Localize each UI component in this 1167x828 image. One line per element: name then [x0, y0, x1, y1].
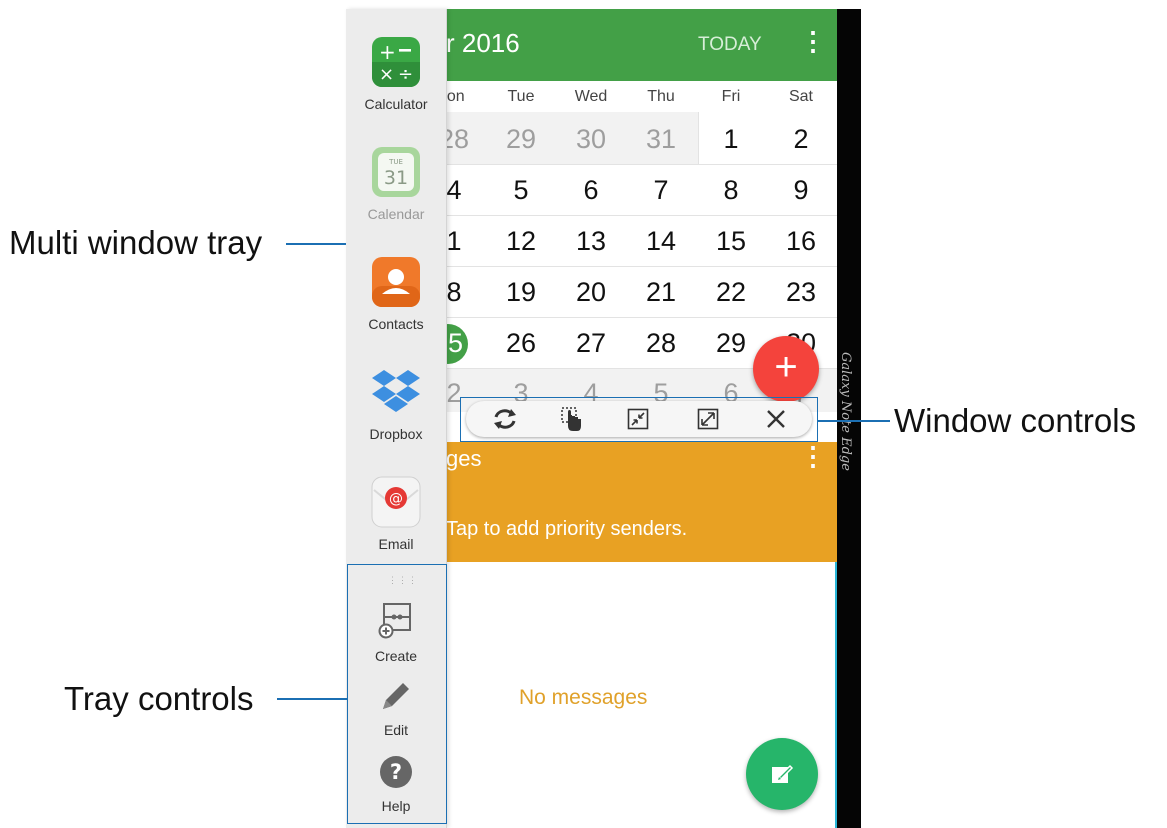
- calendar-icon: TUE 31: [372, 147, 420, 197]
- today-button[interactable]: TODAY: [698, 34, 762, 56]
- tray-app-label: Calendar: [367, 206, 425, 222]
- calendar-day[interactable]: 27: [556, 328, 626, 359]
- calendar-day[interactable]: 6: [556, 175, 626, 206]
- calendar-day[interactable]: 12: [486, 226, 556, 257]
- tray-controls-highlight: [347, 564, 447, 824]
- edge-screen-label: Galaxy Note Edge: [838, 352, 853, 471]
- add-event-button[interactable]: +: [753, 336, 819, 402]
- priority-senders-hint[interactable]: Tap to add priority senders.: [446, 518, 687, 541]
- calendar-day[interactable]: 19: [486, 277, 556, 308]
- svg-text:31: 31: [384, 167, 408, 189]
- grid-divider: [446, 164, 837, 165]
- calendar-day[interactable]: 22: [696, 277, 766, 308]
- calendar-day[interactable]: 26: [486, 328, 556, 359]
- compose-icon: [772, 764, 794, 783]
- calendar-day[interactable]: 31: [626, 124, 696, 155]
- tray-app-dropbox[interactable]: [346, 366, 446, 418]
- tray-app-label: Contacts: [368, 316, 424, 332]
- callout-tray-controls: Tray controls: [64, 680, 254, 717]
- calendar-day[interactable]: 21: [626, 277, 696, 308]
- calendar-day[interactable]: 1: [696, 124, 766, 155]
- email-icon: @: [371, 476, 421, 528]
- tray-app-label: Email: [378, 536, 414, 552]
- callout-leader-line: [818, 420, 890, 422]
- svg-text:×: ×: [379, 64, 394, 85]
- calculator-icon: + × ÷: [372, 37, 420, 87]
- email-more-options-icon[interactable]: ⋮: [800, 443, 826, 469]
- calendar-day[interactable]: 2: [766, 124, 836, 155]
- calendar-day[interactable]: 23: [766, 277, 836, 308]
- svg-text:÷: ÷: [398, 64, 413, 85]
- calendar-more-options-icon[interactable]: ⋮: [800, 28, 826, 54]
- empty-state-text: No messages: [519, 686, 648, 709]
- dropbox-icon: [372, 370, 420, 412]
- calendar-day[interactable]: 7: [626, 175, 696, 206]
- calendar-day[interactable]: 20: [556, 277, 626, 308]
- grid-divider: [446, 317, 837, 318]
- svg-text:TUE: TUE: [388, 158, 403, 166]
- callout-multi-window-tray: Multi window tray: [9, 224, 263, 261]
- tray-app-calculator[interactable]: + × ÷: [346, 36, 446, 88]
- email-header: [446, 442, 837, 562]
- callout-window-controls: Window controls: [894, 402, 1137, 439]
- calendar-day[interactable]: 30: [556, 124, 626, 155]
- tray-app-contacts[interactable]: [346, 256, 446, 308]
- svg-text:@: @: [389, 491, 403, 507]
- calendar-month-title[interactable]: r 2016: [446, 28, 520, 59]
- email-title: ges: [446, 446, 482, 471]
- grid-divider: [446, 215, 837, 216]
- callout-leader-line: [277, 698, 347, 700]
- compose-button[interactable]: [746, 738, 818, 810]
- weekday-label: Wed: [574, 88, 608, 105]
- weekday-label: Sat: [788, 88, 813, 105]
- svg-text:+: +: [379, 40, 396, 64]
- tray-app-label: Calculator: [364, 96, 428, 112]
- calendar-day[interactable]: 29: [486, 124, 556, 155]
- weekday-label: Fri: [721, 88, 741, 105]
- calendar-day[interactable]: 28: [626, 328, 696, 359]
- calendar-day[interactable]: 16: [766, 226, 836, 257]
- calendar-day[interactable]: 13: [556, 226, 626, 257]
- contacts-icon: [372, 257, 420, 307]
- calendar-day[interactable]: 5: [486, 175, 556, 206]
- calendar-day[interactable]: 14: [626, 226, 696, 257]
- weekday-label: Tue: [507, 88, 535, 105]
- weekday-label: Thu: [647, 88, 675, 105]
- tray-app-email[interactable]: @: [346, 476, 446, 528]
- plus-icon: +: [774, 345, 798, 389]
- window-controls-highlight: [460, 397, 818, 442]
- tray-app-label: Dropbox: [369, 426, 423, 442]
- calendar-day[interactable]: 9: [766, 175, 836, 206]
- grid-divider: [446, 266, 837, 267]
- calendar-day[interactable]: 15: [696, 226, 766, 257]
- tray-app-calendar[interactable]: TUE 31: [346, 146, 446, 198]
- callout-leader-line: [286, 243, 346, 245]
- calendar-day[interactable]: 8: [696, 175, 766, 206]
